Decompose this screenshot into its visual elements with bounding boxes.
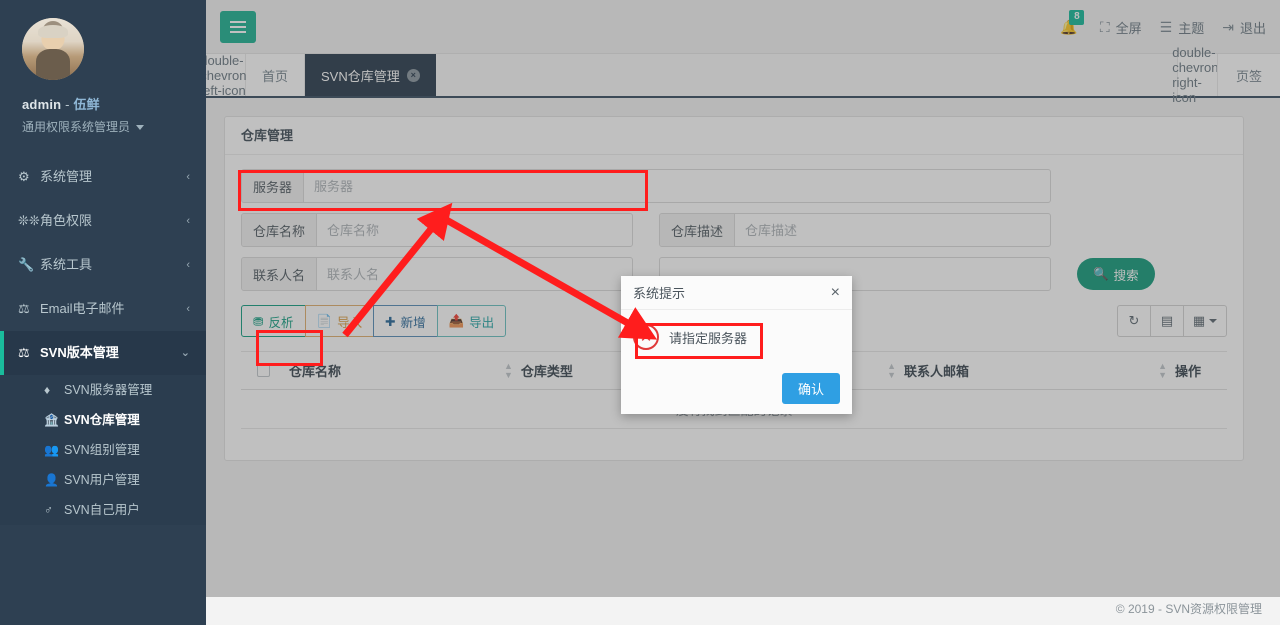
- sidebar-item-svn-version-management[interactable]: ⚖ SVN版本管理 ⌄: [0, 331, 206, 375]
- chevron-left-icon: ‹: [186, 259, 190, 271]
- wrench-icon: 🔧: [18, 257, 35, 272]
- close-icon[interactable]: ×: [831, 284, 840, 301]
- chevron-left-icon: ‹: [186, 303, 190, 315]
- sidebar-item-svn-own-user[interactable]: ♂ SVN自己用户: [0, 495, 206, 525]
- profile-nickname: 伍鲜: [73, 97, 100, 112]
- sidebar-item-label: Email电子邮件: [40, 301, 125, 316]
- sidebar-item-system-management[interactable]: ⚙ 系统管理 ‹: [0, 155, 206, 199]
- sidebar-subitem-label: SVN仓库管理: [64, 413, 140, 427]
- gear-icon: ⚙: [18, 169, 30, 184]
- sidebar-submenu: ♦ SVN服务器管理 🏦 SVN仓库管理 👥 SVN组别管理 👤 SVN用户管理 ♂ SV…: [0, 375, 206, 525]
- profile-separator: -: [65, 97, 70, 112]
- sidebar-subitem-label: SVN自己用户: [64, 503, 140, 517]
- sidebar-item-system-tools[interactable]: 🔧 系统工具 ‹: [0, 243, 206, 287]
- sidebar-item-email[interactable]: ⚖ Email电子邮件 ‹: [0, 287, 206, 331]
- footer-copyright: © 2019 - SVN资源权限管理: [1115, 602, 1262, 616]
- modal-body: ✕ 请指定服务器: [621, 310, 852, 350]
- sliders-icon: ❊❊: [18, 213, 40, 228]
- chevron-left-icon: ‹: [186, 171, 190, 183]
- sidebar-item-role-permissions[interactable]: ❊❊角色权限 ‹: [0, 199, 206, 243]
- sidebar-item-svn-user-management[interactable]: 👤 SVN用户管理: [0, 465, 206, 495]
- diamond-icon: ♦: [44, 383, 51, 397]
- sidebar-filler: [0, 525, 206, 605]
- avatar-hat-shape: [38, 25, 68, 38]
- modal-header: 系统提示 ×: [621, 276, 852, 310]
- sidebar-menu: ⚙ 系统管理 ‹ ❊❊角色权限 ‹ 🔧 系统工具 ‹ ⚖ Email电子邮件 ‹ ⚖ S…: [0, 155, 206, 375]
- sidebar-item-svn-repo-management[interactable]: 🏦 SVN仓库管理: [0, 405, 206, 435]
- sidebar-item-svn-group-management[interactable]: 👥 SVN组别管理: [0, 435, 206, 465]
- chevron-down-icon: [136, 125, 145, 131]
- sidebar-item-label: 系统管理: [40, 169, 93, 184]
- users-icon: 👥: [44, 443, 59, 457]
- sidebar-item-svn-server-management[interactable]: ♦ SVN服务器管理: [0, 375, 206, 405]
- sidebar-item-label: 系统工具: [40, 257, 93, 272]
- modal-message-group: ✕ 请指定服务器: [633, 324, 747, 350]
- profile-name: admin - 伍鲜: [22, 94, 206, 113]
- chevron-down-icon: ⌄: [180, 347, 190, 359]
- modal-message: 请指定服务器: [669, 330, 748, 346]
- balance-scale-icon: ⚖: [18, 345, 30, 360]
- modal-footer: 确认: [781, 373, 840, 404]
- balance-scale-icon: ⚖: [18, 301, 30, 316]
- avatar-body-shape: [35, 49, 71, 80]
- confirm-button[interactable]: 确认: [781, 373, 840, 404]
- user-icon: 👤: [44, 473, 59, 487]
- circle-x-icon: ✕: [633, 324, 659, 350]
- sidebar: admin - 伍鲜 通用权限系统管理员 ⚙ 系统管理 ‹ ❊❊角色权限 ‹ 🔧 系…: [0, 0, 206, 625]
- sidebar-item-label: SVN版本管理: [40, 345, 119, 360]
- modal-title: 系统提示: [633, 286, 686, 301]
- sidebar-subitem-label: SVN服务器管理: [64, 383, 153, 397]
- chevron-left-icon: ‹: [186, 215, 190, 227]
- male-icon: ♂: [44, 503, 53, 517]
- profile-username: admin: [22, 97, 62, 112]
- system-prompt-dialog: 系统提示 × ✕ 请指定服务器 确认: [621, 276, 852, 414]
- sidebar-profile: admin - 伍鲜 通用权限系统管理员: [0, 0, 206, 155]
- avatar[interactable]: [22, 18, 84, 80]
- sidebar-subitem-label: SVN组别管理: [64, 443, 140, 457]
- profile-role[interactable]: 通用权限系统管理员: [22, 118, 206, 135]
- bank-icon: 🏦: [44, 413, 59, 427]
- profile-role-label: 通用权限系统管理员: [22, 120, 131, 134]
- sidebar-subitem-label: SVN用户管理: [64, 473, 140, 487]
- sidebar-item-label: 角色权限: [40, 213, 93, 228]
- app-root: admin - 伍鲜 通用权限系统管理员 ⚙ 系统管理 ‹ ❊❊角色权限 ‹ 🔧 系…: [0, 0, 1280, 625]
